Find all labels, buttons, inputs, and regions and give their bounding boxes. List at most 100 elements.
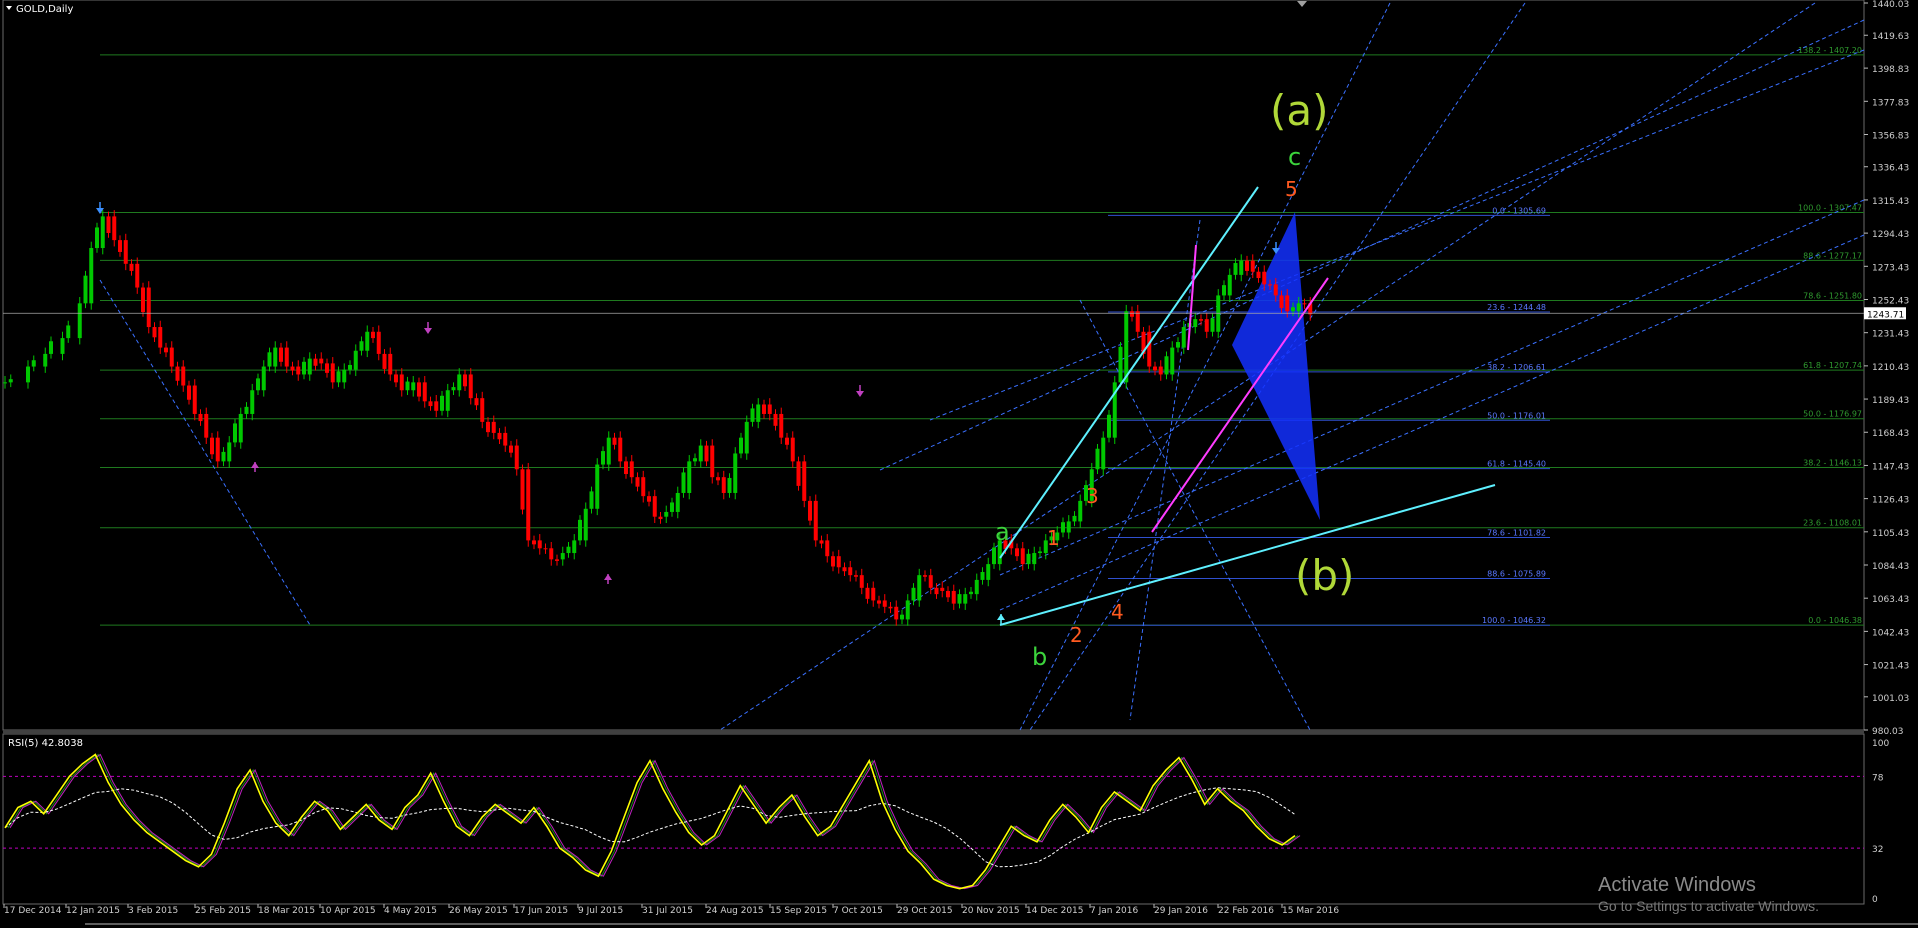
rsi-title: RSI(5) 42.8038	[8, 738, 83, 749]
candle-body	[1038, 551, 1042, 554]
candle-body	[388, 353, 393, 375]
candle-body	[773, 413, 778, 426]
candle-body	[1095, 448, 1100, 470]
y-tick-label: 1105.43	[1872, 529, 1909, 539]
candle-body	[647, 496, 651, 502]
candle-body	[785, 437, 789, 445]
candle-body	[836, 556, 841, 568]
candle-body	[279, 347, 283, 362]
candle-body	[1032, 553, 1037, 565]
candle-body	[675, 492, 680, 512]
candle-body	[261, 366, 266, 391]
candle-body	[911, 587, 916, 601]
y-tick-label: 1252.43	[1872, 296, 1909, 306]
wave-label-3: 3	[1086, 484, 1099, 508]
candle-body	[865, 587, 870, 599]
candle-body	[382, 353, 387, 369]
candle-body	[273, 347, 278, 367]
wave-label-4: 4	[1111, 600, 1124, 624]
candle-body	[1147, 331, 1152, 367]
x-tick-label: 7 Jan 2016	[1090, 906, 1138, 916]
x-tick-label: 29 Oct 2015	[897, 906, 953, 916]
candle-body	[112, 216, 117, 241]
candle-body	[422, 382, 427, 402]
fib-label-blue: 0.0 - 1305.69	[1492, 206, 1546, 215]
candle-body	[871, 587, 876, 601]
x-tick-label: 4 May 2015	[384, 906, 437, 916]
candle-body	[1273, 284, 1278, 296]
candle-body	[779, 413, 784, 438]
candle-body	[514, 445, 519, 470]
candle-body	[986, 564, 991, 580]
candle-body	[31, 360, 36, 367]
candle-body	[365, 331, 370, 351]
candle-body	[221, 451, 226, 462]
fib-label-green: 38.2 - 1146.13	[1803, 458, 1862, 467]
candle-body	[796, 461, 801, 486]
candle-body	[618, 437, 623, 462]
candle-body	[549, 548, 554, 560]
candle-body	[572, 540, 577, 554]
x-tick-label: 26 May 2015	[449, 906, 508, 916]
candle-body	[739, 437, 743, 454]
candle-body	[175, 366, 180, 381]
candle-body	[141, 287, 145, 313]
candle-body	[1256, 271, 1261, 279]
pane-splitter[interactable]	[3, 730, 1864, 734]
candle-body	[192, 385, 197, 414]
candle-body	[1227, 274, 1232, 296]
candle-body	[238, 413, 243, 443]
candle-body	[710, 445, 715, 478]
candle-body	[940, 587, 945, 591]
candle-body	[135, 263, 140, 288]
candle-body	[687, 461, 692, 493]
y-tick-label: 1336.43	[1872, 164, 1909, 174]
candle-body	[1176, 342, 1180, 348]
candle-body	[612, 437, 617, 445]
candle-body	[750, 408, 755, 422]
candle-body	[250, 390, 255, 414]
candle-body	[848, 567, 853, 576]
candle-body	[1061, 522, 1065, 533]
candle-body	[974, 579, 979, 595]
y-tick-label: 1398.83	[1872, 65, 1909, 75]
candle-body	[555, 559, 559, 561]
candle-body	[842, 567, 847, 572]
candle-body	[1066, 521, 1071, 533]
fib-label-blue: 23.6 - 1244.48	[1487, 303, 1546, 312]
fib-label-green: 50.0 - 1176.97	[1803, 410, 1862, 419]
candle-body	[831, 556, 835, 567]
candle-body	[1268, 284, 1272, 286]
fib-label-green: 61.8 - 1207.74	[1803, 361, 1862, 370]
x-tick-label: 12 Jan 2015	[66, 906, 120, 916]
candle-body	[1153, 366, 1157, 371]
rsi-y-tick-label: 0	[1872, 895, 1878, 905]
x-tick-label: 17 Jun 2015	[514, 906, 568, 916]
candle-body	[624, 461, 628, 475]
candle-body	[457, 374, 462, 391]
candle-body	[100, 216, 105, 249]
candle-body	[825, 540, 830, 557]
x-tick-label: 31 Jul 2015	[642, 906, 693, 916]
candle-body	[399, 374, 404, 391]
candle-body	[1262, 271, 1267, 285]
candle-body	[129, 263, 134, 271]
candle-body	[215, 437, 220, 462]
fib-label-green: 88.6 - 1277.17	[1803, 251, 1862, 260]
candle-body	[319, 358, 324, 364]
candle-body	[233, 423, 237, 443]
candle-body	[537, 540, 542, 549]
candle-body	[198, 413, 203, 422]
candle-body	[468, 374, 473, 399]
chart-title-group: GOLD,Daily	[6, 4, 73, 15]
candle-body	[106, 216, 111, 234]
candle-body	[43, 353, 48, 367]
watermark-subtitle: Go to Settings to activate Windows.	[1598, 898, 1819, 914]
candle-body	[963, 594, 968, 604]
candle-body	[882, 600, 887, 607]
candle-body	[1210, 318, 1215, 332]
candle-body	[1124, 311, 1129, 383]
candle-body	[543, 548, 548, 550]
candle-body	[359, 341, 364, 351]
candle-body	[894, 606, 899, 620]
